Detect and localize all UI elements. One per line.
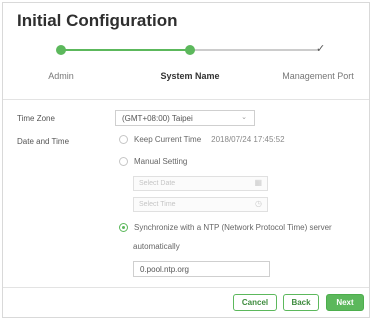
dialog-title: Initial Configuration [17, 11, 178, 30]
manual-setting-radio[interactable] [119, 157, 128, 166]
manual-setting-option[interactable]: Manual Setting [119, 157, 187, 166]
header-divider [3, 99, 369, 100]
ntp-sync-label: Synchronize with a NTP (Network Protocol… [134, 223, 332, 232]
step-label-system-name: System Name [160, 71, 220, 81]
step-line-pending [190, 49, 318, 51]
timezone-label: Time Zone [17, 114, 55, 123]
calendar-icon[interactable]: ▦ [254, 178, 262, 187]
initial-configuration-dialog: Initial Configuration ✓ Admin System Nam… [2, 2, 370, 318]
step-label-management-port: Management Port [282, 71, 354, 81]
step-label-admin: Admin [48, 71, 74, 81]
check-icon: ✓ [316, 43, 326, 55]
keep-current-time-option[interactable]: Keep Current Time 2018/07/24 17:45:52 [119, 135, 285, 144]
ntp-sync-option[interactable]: Synchronize with a NTP (Network Protocol… [119, 223, 332, 232]
ntp-server-input[interactable]: 0.pool.ntp.org [133, 261, 270, 277]
timezone-value: (GMT+08:00) Taipei [122, 114, 193, 123]
step-dot-admin [56, 45, 66, 55]
datetime-label: Date and Time [17, 137, 70, 146]
time-placeholder: Select Time [139, 201, 176, 208]
back-button[interactable]: Back [283, 294, 319, 311]
keep-current-time-radio[interactable] [119, 135, 128, 144]
current-time-value: 2018/07/24 17:45:52 [211, 135, 285, 144]
step-progress: ✓ Admin System Name Management Port [3, 33, 369, 88]
date-input[interactable]: Select Date ▦ [133, 176, 268, 191]
manual-setting-label: Manual Setting [134, 157, 188, 166]
clock-icon[interactable]: ◷ [255, 199, 262, 208]
ntp-sync-label-continued: automatically [133, 242, 180, 251]
date-placeholder: Select Date [139, 180, 176, 187]
next-button[interactable]: Next [326, 294, 364, 311]
step-dot-system-name [185, 45, 195, 55]
ntp-sync-radio[interactable] [119, 223, 128, 232]
footer-divider [3, 287, 369, 288]
chevron-down-icon: ⌄ [241, 114, 247, 121]
time-input[interactable]: Select Time ◷ [133, 197, 268, 212]
step-line-completed [61, 49, 190, 51]
keep-current-time-label: Keep Current Time [134, 135, 202, 144]
timezone-select[interactable]: (GMT+08:00) Taipei ⌄ [115, 110, 255, 126]
cancel-button[interactable]: Cancel [233, 294, 277, 311]
